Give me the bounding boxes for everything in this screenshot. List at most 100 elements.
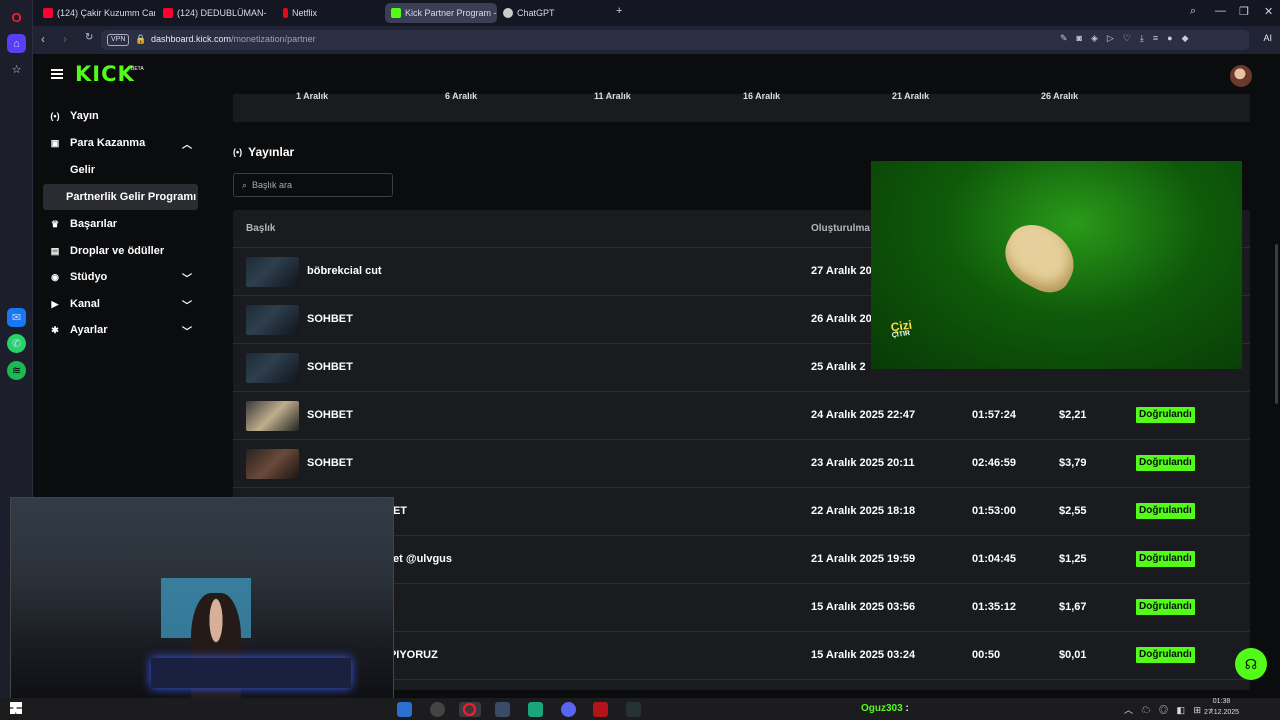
- sidebar-item-basarilar[interactable]: ♛ Başarılar: [43, 211, 198, 237]
- status-badge: Doğrulandı: [1136, 503, 1195, 519]
- sidebar-item-droplar[interactable]: ▤ Droplar ve ödüller: [43, 238, 198, 264]
- row-duration: 01:04:45: [972, 553, 1017, 565]
- stream-thumbnail: [246, 401, 299, 431]
- new-tab-button[interactable]: +: [616, 5, 622, 17]
- sidebar-item-kanal[interactable]: ▶ Kanal ﹀: [43, 291, 198, 317]
- gift-icon: ▤: [50, 245, 60, 256]
- sidebar-item-ayarlar[interactable]: ✱ Ayarlar ﹀: [43, 317, 198, 343]
- messenger-icon[interactable]: ✉: [7, 308, 26, 327]
- support-chat-button[interactable]: ☊: [1235, 648, 1267, 680]
- chip-image: [994, 215, 1086, 301]
- row-earnings: $2,55: [1059, 505, 1087, 517]
- app-icon[interactable]: [528, 702, 543, 717]
- avatar[interactable]: [1230, 65, 1252, 87]
- headset-icon: ☊: [1244, 655, 1258, 672]
- stream-thumbnail: [246, 305, 299, 335]
- screen: { "browser": { "tabs": [ {"label": "(124…: [0, 0, 1280, 720]
- app-icon[interactable]: [626, 702, 641, 717]
- search-tabs-icon[interactable]: ⌕: [1190, 5, 1196, 18]
- row-date: 24 Aralık 2025 22:47: [811, 409, 916, 421]
- play-icon[interactable]: ▷: [1107, 33, 1114, 44]
- column-header-title[interactable]: Başlık: [246, 223, 275, 234]
- row-earnings: $3,79: [1059, 457, 1087, 469]
- sidebar-item-partnerlik[interactable]: Partnerlik Gelir Programı: [43, 184, 198, 210]
- profile-icon[interactable]: ●: [1167, 33, 1172, 44]
- sidebar-item-gelir[interactable]: Gelir: [43, 157, 198, 183]
- broadcast-icon: (•): [233, 147, 243, 157]
- vpn-badge[interactable]: VPN: [107, 34, 130, 46]
- status-badge: Doğrulandı: [1136, 551, 1195, 567]
- maximize-icon[interactable]: ❐: [1239, 5, 1249, 18]
- broadcast-icon: (•): [50, 111, 60, 121]
- row-title: SOHBET: [307, 361, 353, 373]
- app-icon[interactable]: [593, 702, 608, 717]
- row-duration: 02:46:59: [972, 457, 1017, 469]
- stream-thumbnail: [246, 353, 299, 383]
- forward-icon[interactable]: ›: [63, 32, 67, 46]
- extensions-icon[interactable]: ◆: [1182, 33, 1189, 44]
- pip-video-overlay[interactable]: Çizi ÇITIR: [871, 161, 1242, 369]
- edit-icon[interactable]: ✎: [1060, 33, 1068, 44]
- search-input[interactable]: ⌕ Başlık ara: [233, 173, 393, 197]
- row-date: 21 Aralık 2025 19:59: [811, 553, 916, 565]
- minimize-icon[interactable]: —: [1215, 5, 1226, 17]
- column-header-created[interactable]: Oluşturulma: [811, 223, 870, 234]
- channel-icon: ▶: [51, 298, 59, 309]
- url-text: dashboard.kick.com/monetization/partner: [151, 34, 316, 44]
- clock[interactable]: 01:38 27.12.2025: [1204, 696, 1239, 718]
- tab-chatgpt[interactable]: ChatGPT: [497, 3, 607, 23]
- discord-icon[interactable]: [561, 702, 576, 717]
- sidebar-item-para-kazanma[interactable]: ▣ Para Kazanma ︿: [43, 130, 198, 156]
- whatsapp-icon[interactable]: ✆: [7, 334, 26, 353]
- row-date: 23 Aralık 2025 20:11: [811, 457, 915, 469]
- opera-taskbar-item[interactable]: [459, 702, 481, 717]
- opera-logo-icon[interactable]: O: [7, 8, 26, 27]
- star-icon[interactable]: ☆: [7, 60, 26, 79]
- obs-icon[interactable]: [430, 702, 445, 717]
- tab-netflix[interactable]: Netflix: [277, 3, 377, 23]
- lock-icon: 🔒: [135, 34, 147, 44]
- tab-bar: (124) Çakir Kuzumm Canı (124) DEDUBLÜMAN…: [33, 0, 1280, 26]
- camera-icon[interactable]: ◙: [1077, 33, 1082, 44]
- gear-icon: ✱: [51, 324, 59, 335]
- close-icon[interactable]: ✕: [1264, 5, 1273, 18]
- ai-button[interactable]: AI: [1263, 33, 1272, 43]
- table-row[interactable]: SOHBET 24 Aralık 2025 22:47 01:57:24 $2,21 D…: [233, 392, 1250, 440]
- status-badge: Doğrulandı: [1136, 455, 1195, 471]
- row-duration: 01:53:00: [972, 505, 1017, 517]
- sidebar-item-studyo[interactable]: ◉ Stüdyo ﹀: [43, 264, 198, 290]
- axis-tick: 21 Aralık: [892, 91, 930, 101]
- download-icon[interactable]: ⤓: [1140, 33, 1144, 44]
- row-title: böbrekcial cut: [307, 265, 382, 277]
- spotify-icon[interactable]: ≋: [7, 361, 26, 380]
- reload-icon[interactable]: ↻: [85, 32, 93, 43]
- webcam-keyboard: [151, 658, 351, 688]
- heart-icon[interactable]: ♡: [1123, 33, 1131, 44]
- row-title: SOHBET: [307, 457, 353, 469]
- menu-icon[interactable]: ≡: [1153, 33, 1158, 44]
- row-earnings: $1,67: [1059, 601, 1087, 613]
- brand-logo: Çizi ÇITIR: [889, 317, 913, 340]
- tab-youtube-1[interactable]: (124) Çakir Kuzumm Canı: [37, 3, 155, 23]
- trophy-icon: ♛: [50, 218, 60, 229]
- money-icon: ▣: [50, 137, 60, 148]
- tab-kick[interactable]: Kick Partner Program - Ki: [385, 3, 497, 23]
- scrollbar[interactable]: [1275, 244, 1278, 404]
- search-icon: ⌕: [242, 179, 248, 190]
- youtube-icon: [163, 8, 173, 18]
- sidebar-item-yayin[interactable]: (•) Yayın: [43, 103, 198, 129]
- row-title: SOHBET: [307, 409, 353, 421]
- outlook-icon[interactable]: [397, 702, 412, 717]
- app-icon[interactable]: [495, 702, 510, 717]
- hamburger-icon[interactable]: [51, 69, 63, 79]
- kick-logo[interactable]: KICK: [75, 62, 135, 86]
- tab-youtube-2[interactable]: (124) DEDUBLÜMAN- Da: [157, 3, 269, 23]
- windows-start-icon[interactable]: [10, 702, 22, 714]
- shield-icon[interactable]: ◈: [1091, 33, 1098, 44]
- back-icon[interactable]: ‹: [41, 32, 45, 46]
- chat-overlay-user: Oguz303 :: [861, 703, 909, 714]
- home-icon[interactable]: ⌂: [7, 34, 26, 53]
- row-duration: 01:57:24: [972, 409, 1017, 421]
- chatgpt-icon: [503, 8, 513, 18]
- table-row[interactable]: SOHBET 23 Aralık 2025 20:11 02:46:59 $3,79 D…: [233, 440, 1250, 488]
